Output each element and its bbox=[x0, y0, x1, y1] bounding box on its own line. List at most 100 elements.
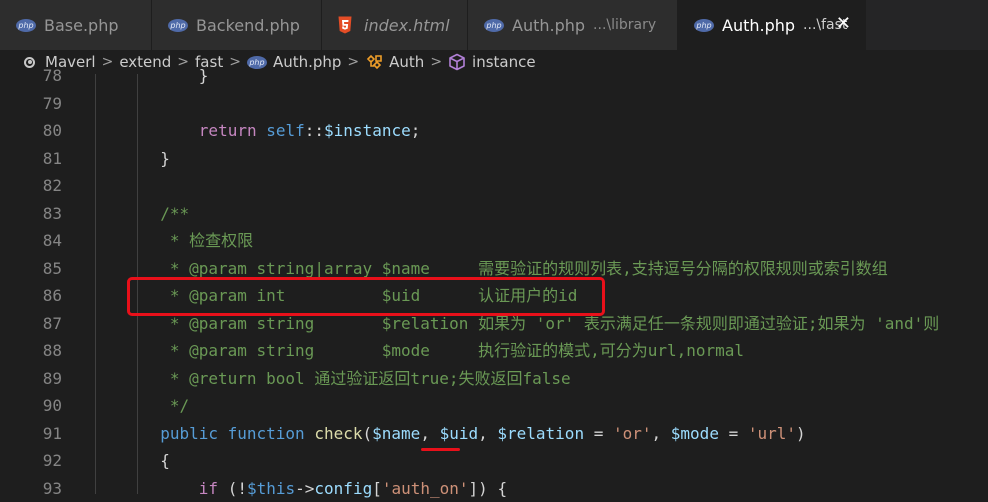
code-token: $instance bbox=[324, 121, 411, 140]
line-number: 91 bbox=[0, 420, 62, 448]
code-token: 'url' bbox=[748, 424, 796, 443]
code-text: public function check($name, $uid, $rela… bbox=[160, 420, 805, 448]
code-token: config bbox=[314, 479, 372, 498]
line-number: 85 bbox=[0, 255, 62, 283]
code-token bbox=[257, 121, 267, 140]
code-token: check bbox=[314, 424, 362, 443]
code-token: } bbox=[199, 66, 209, 85]
line-number: 82 bbox=[0, 172, 62, 200]
code-line[interactable]: 91 public function check($name, $uid, $re… bbox=[0, 420, 988, 448]
code-token: $name bbox=[372, 424, 420, 443]
tab-title: Base.php bbox=[44, 16, 119, 35]
code-line[interactable]: 80 return self::$instance; bbox=[0, 117, 988, 145]
line-number: 78 bbox=[0, 62, 62, 90]
code-token: , bbox=[652, 424, 671, 443]
code-text: /** bbox=[160, 200, 189, 228]
tab-title: index.html bbox=[364, 16, 450, 35]
annotation-underline bbox=[421, 448, 460, 451]
code-line[interactable]: 83 /** bbox=[0, 200, 988, 228]
code-token: $relation bbox=[497, 424, 584, 443]
code-line[interactable]: 82 bbox=[0, 172, 988, 200]
code-line[interactable]: 92 { bbox=[0, 447, 988, 475]
code-text: { bbox=[160, 447, 170, 475]
code-line[interactable]: 93 if (!$this->config['auth_on']) { bbox=[0, 475, 988, 502]
line-number: 83 bbox=[0, 200, 62, 228]
line-number: 87 bbox=[0, 310, 62, 338]
tab-description: ...\library bbox=[593, 17, 656, 33]
php-file-icon: php bbox=[484, 19, 504, 32]
html5-icon bbox=[338, 16, 352, 34]
code-line[interactable]: 89 * @return bool 通过验证返回true;失败返回false bbox=[0, 365, 988, 393]
code-token: $uid bbox=[440, 424, 479, 443]
code-token: public bbox=[160, 424, 218, 443]
code-token: 'or' bbox=[613, 424, 652, 443]
editor-tab-bar: php Base.php php Backend.php index.html … bbox=[0, 0, 988, 50]
code-token: * @param string $relation 如果为 'or' 表示满足任… bbox=[160, 314, 939, 333]
line-number: 89 bbox=[0, 365, 62, 393]
line-number: 84 bbox=[0, 227, 62, 255]
code-line[interactable]: 84 * 检查权限 bbox=[0, 227, 988, 255]
code-token: * @return bool 通过验证返回true;失败返回false bbox=[160, 369, 570, 388]
code-token: if bbox=[199, 479, 218, 498]
code-line[interactable]: 79 bbox=[0, 90, 988, 118]
line-number: 80 bbox=[0, 117, 62, 145]
code-text: } bbox=[199, 62, 209, 90]
annotation-box bbox=[127, 277, 605, 316]
code-token: } bbox=[160, 149, 170, 168]
code-token bbox=[305, 424, 315, 443]
code-line[interactable]: 81} bbox=[0, 145, 988, 173]
tab-title: Auth.php bbox=[512, 16, 585, 35]
line-number: 90 bbox=[0, 392, 62, 420]
code-token: { bbox=[160, 451, 170, 470]
code-token: , bbox=[478, 424, 497, 443]
tab-title: Auth.php bbox=[722, 16, 795, 35]
code-token: [ bbox=[372, 479, 382, 498]
line-number: 88 bbox=[0, 337, 62, 365]
code-text: * @param string $mode 执行验证的模式,可分为url,nor… bbox=[160, 337, 744, 365]
tab-auth-php-fast[interactable]: php Auth.php ...\fast ✕ bbox=[678, 0, 866, 50]
php-file-icon: php bbox=[694, 19, 714, 32]
line-number: 93 bbox=[0, 475, 62, 502]
code-text: * 检查权限 bbox=[160, 227, 253, 255]
code-token: */ bbox=[160, 396, 189, 415]
code-token: function bbox=[228, 424, 305, 443]
code-token: $this bbox=[247, 479, 295, 498]
code-token: , bbox=[420, 424, 439, 443]
code-line[interactable]: 90 */ bbox=[0, 392, 988, 420]
tab-backend-php[interactable]: php Backend.php bbox=[152, 0, 322, 50]
code-text: return self::$instance; bbox=[199, 117, 421, 145]
tab-index-html[interactable]: index.html bbox=[322, 0, 468, 50]
code-line[interactable]: 78} bbox=[0, 62, 988, 90]
code-text: } bbox=[160, 145, 170, 173]
tab-title: Backend.php bbox=[196, 16, 300, 35]
code-token: -> bbox=[295, 479, 314, 498]
php-file-icon: php bbox=[168, 19, 188, 32]
line-number: 86 bbox=[0, 282, 62, 310]
code-token: ]) { bbox=[469, 479, 508, 498]
tab-base-php[interactable]: php Base.php bbox=[0, 0, 152, 50]
code-text: */ bbox=[160, 392, 189, 420]
code-token bbox=[218, 424, 228, 443]
code-token: ) bbox=[796, 424, 806, 443]
code-text: if (!$this->config['auth_on']) { bbox=[199, 475, 507, 502]
code-token: 'auth_on' bbox=[382, 479, 469, 498]
code-token: * @param string $mode 执行验证的模式,可分为url,nor… bbox=[160, 341, 744, 360]
code-token: /** bbox=[160, 204, 189, 223]
code-token: ( bbox=[363, 424, 373, 443]
line-number: 92 bbox=[0, 447, 62, 475]
line-number: 79 bbox=[0, 90, 62, 118]
code-token: (! bbox=[218, 479, 247, 498]
code-text: * @return bool 通过验证返回true;失败返回false bbox=[160, 365, 570, 393]
code-token: $mode bbox=[671, 424, 719, 443]
close-icon[interactable]: ✕ bbox=[836, 14, 851, 34]
code-token: * @param string|array $name 需要验证的规则列表,支持… bbox=[160, 259, 888, 278]
php-file-icon: php bbox=[16, 19, 36, 32]
code-token: = bbox=[719, 424, 748, 443]
line-number: 81 bbox=[0, 145, 62, 173]
code-token: self bbox=[266, 121, 305, 140]
code-line[interactable]: 88 * @param string $mode 执行验证的模式,可分为url,… bbox=[0, 337, 988, 365]
tab-auth-php-library[interactable]: php Auth.php ...\library bbox=[468, 0, 678, 50]
code-token: :: bbox=[305, 121, 324, 140]
code-token: return bbox=[199, 121, 257, 140]
code-token: ; bbox=[411, 121, 421, 140]
